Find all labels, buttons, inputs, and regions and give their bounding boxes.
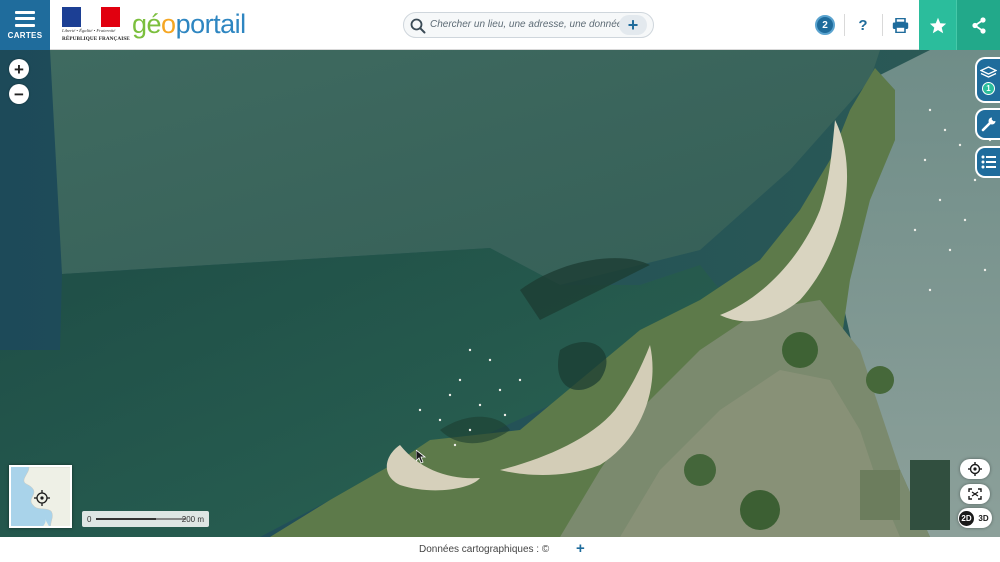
scale-bar: 0 200 m xyxy=(82,511,209,527)
divider xyxy=(844,14,845,36)
mouse-cursor-icon xyxy=(416,450,426,464)
footer-bar: Données cartographiques : © + xyxy=(0,537,1000,562)
notification-count-badge: 2 xyxy=(815,15,835,35)
view-mode-toggle: 2D 3D xyxy=(958,508,992,528)
help-icon: ? xyxy=(858,16,868,34)
tools-panel-tab[interactable] xyxy=(975,108,1000,140)
fullscreen-icon xyxy=(968,488,982,500)
view-3d-button[interactable]: 3D xyxy=(976,511,991,526)
layers-panel-tab[interactable]: 1 xyxy=(975,57,1000,103)
map-canvas[interactable]: + − 1 xyxy=(0,50,1000,537)
brand-part-3: portail xyxy=(175,9,247,39)
notifications-button[interactable]: 2 xyxy=(814,0,836,50)
scale-line xyxy=(96,518,186,520)
brand-part-2: o xyxy=(161,9,176,39)
french-flag-icon xyxy=(62,7,120,27)
share-icon xyxy=(971,16,986,34)
legend-panel-tab[interactable] xyxy=(975,146,1000,178)
star-icon xyxy=(929,17,946,33)
help-button[interactable]: ? xyxy=(852,0,874,50)
fullscreen-button[interactable] xyxy=(960,484,990,504)
favorites-button[interactable] xyxy=(919,0,956,50)
top-bar: CARTES Liberté • Égalité • Fraternité RÉ… xyxy=(0,0,1000,50)
search-icon xyxy=(410,18,426,34)
print-button[interactable] xyxy=(888,0,912,50)
list-icon xyxy=(981,155,996,169)
aerial-imagery xyxy=(0,50,1000,537)
zoom-in-button[interactable]: + xyxy=(9,59,29,79)
maps-menu-button[interactable]: CARTES xyxy=(0,0,50,50)
republique-name: RÉPUBLIQUE FRANÇAISE xyxy=(62,36,130,42)
geolocate-button[interactable] xyxy=(960,459,990,479)
hamburger-icon xyxy=(15,10,35,27)
brand-part-1: gé xyxy=(132,9,162,39)
republique-motto: Liberté • Égalité • Fraternité xyxy=(62,28,116,33)
overview-map-image xyxy=(11,467,70,526)
scale-start-label: 0 xyxy=(87,515,92,524)
target-icon xyxy=(968,462,982,476)
geoportail-app: CARTES Liberté • Égalité • Fraternité RÉ… xyxy=(0,0,1000,562)
republique-francaise-logo[interactable]: Liberté • Égalité • Fraternité RÉPUBLIQU… xyxy=(60,6,130,44)
wrench-icon xyxy=(981,117,995,132)
attribution-expand-button[interactable]: + xyxy=(576,540,585,557)
layers-count-badge: 1 xyxy=(982,81,995,95)
view-2d-button[interactable]: 2D xyxy=(959,510,974,526)
divider xyxy=(882,14,883,36)
search-input[interactable]: Chercher un lieu, une adresse, une donné… xyxy=(430,19,622,30)
zoom-out-button[interactable]: − xyxy=(9,84,29,104)
maps-menu-label: CARTES xyxy=(7,30,43,40)
share-button[interactable] xyxy=(956,0,1000,50)
geoportail-logo[interactable]: géoportail xyxy=(132,8,246,40)
advanced-search-button[interactable]: + xyxy=(619,15,647,35)
scale-end-label: 200 m xyxy=(181,515,204,524)
layers-icon xyxy=(980,65,997,78)
map-attribution: Données cartographiques : © xyxy=(419,544,550,555)
overview-map[interactable] xyxy=(9,465,72,528)
search-bar[interactable]: Chercher un lieu, une adresse, une donné… xyxy=(403,12,654,38)
printer-icon xyxy=(892,17,908,33)
